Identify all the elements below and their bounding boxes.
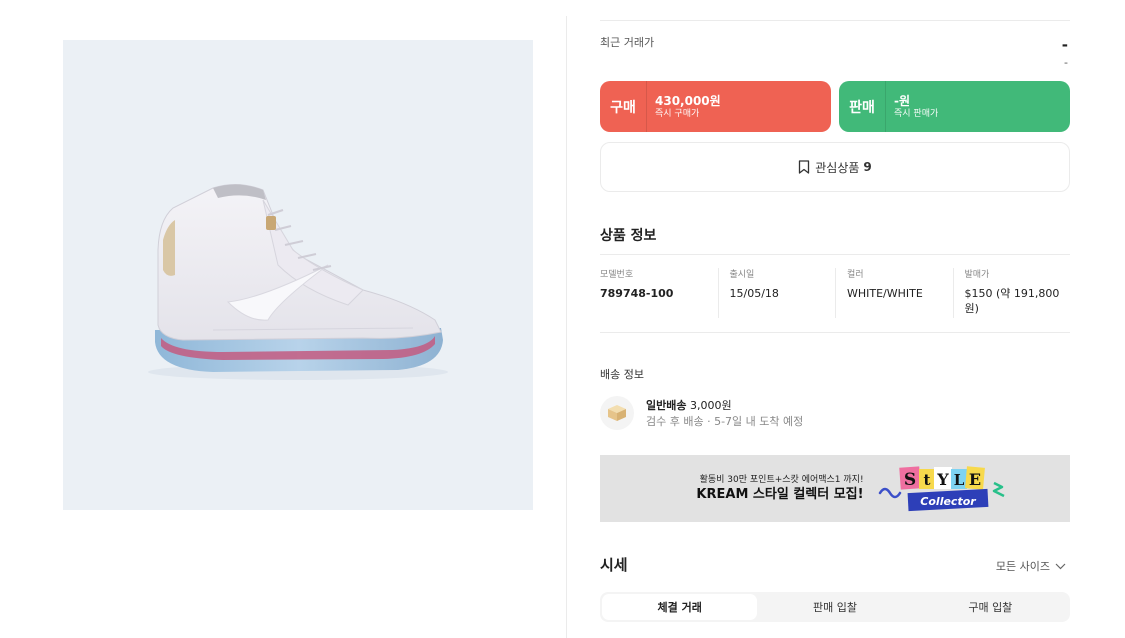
product-info-divider [600,254,1070,255]
wishlist-count: 9 [863,160,872,174]
product-info-title: 상품 정보 [600,228,657,244]
banner-subtitle: 활동비 30만 포인트+스캇 에어맥스1 까지! [699,474,864,485]
svg-text:Y: Y [936,470,949,489]
sneaker-image [148,184,448,380]
info-model-number: 모델번호 789748-100 [600,268,718,318]
sell-subtitle: 즉시 판매가 [894,108,939,119]
package-icon [600,396,634,430]
buy-button[interactable]: 구매 430,000원 즉시 구매가 [600,81,831,132]
info-value: 15/05/18 [729,287,779,300]
info-value: WHITE/WHITE [847,287,923,300]
info-label: 컬러 [847,270,864,280]
info-retail-price: 발매가 $150 (약 191,800원) [952,268,1071,318]
svg-text:E: E [968,470,980,489]
svg-text:t: t [923,471,930,489]
shipping-method-name: 일반배송 [646,399,687,412]
chevron-down-icon [1055,563,1066,569]
recent-price-label: 최근 거래가 [600,36,655,49]
info-release-date: 출시일 15/05/18 [717,268,836,318]
buy-info: 430,000원 즉시 구매가 [647,94,721,120]
size-select-label: 모든 사이즈 [995,560,1050,573]
info-value: $150 (약 191,800원) [964,287,1060,315]
recent-price-diff: - [1064,56,1068,69]
product-info-row: 모델번호 789748-100 출시일 15/05/18 컬러 WHITE/WH… [600,268,1070,318]
size-select-dropdown[interactable]: 모든 사이즈 [996,558,1066,574]
info-color: 컬러 WHITE/WHITE [835,268,953,318]
product-gallery [0,0,566,638]
promo-banner[interactable]: 활동비 30만 포인트+스캇 에어맥스1 까지! KREAM 스타일 컬렉터 모… [600,455,1070,522]
wishlist-button[interactable]: 관심상품 9 [600,142,1070,192]
wishlist-label: 관심상품 [815,160,860,175]
svg-text:Collector: Collector [920,495,976,508]
banner-title: KREAM 스타일 컬렉터 모집! [696,486,864,502]
buy-subtitle: 즉시 구매가 [655,108,700,119]
shipping-title: 배송 정보 [600,368,644,381]
recent-price-value: - [1061,36,1068,54]
shipping-fee: 3,000원 [689,399,732,412]
bookmark-icon [799,160,810,174]
svg-text:L: L [953,471,964,489]
info-label: 발매가 [964,270,990,280]
shipping-method: 일반배송 3,000원 [646,397,732,413]
market-title: 시세 [600,556,628,574]
panel-divider [566,16,567,638]
info-value: 789748-100 [600,287,674,300]
info-label: 모델번호 [600,270,634,280]
banner-text: 활동비 30만 포인트+스캇 에어맥스1 까지! KREAM 스타일 컬렉터 모… [696,474,863,504]
tab-buy-bids[interactable]: 구매 입찰 [913,594,1068,620]
sell-info: -원 즉시 판매가 [886,94,938,120]
sell-button[interactable]: 판매 -원 즉시 판매가 [839,81,1070,132]
product-image[interactable] [63,40,533,510]
style-collector-logo: S t Y L E Collector [878,465,1005,511]
buy-price: 430,000원 [655,93,721,108]
buy-title: 구매 [610,99,636,116]
sell-title: 판매 [849,99,875,116]
tab-sell-bids[interactable]: 판매 입찰 [757,594,912,620]
svg-text:S: S [903,470,915,490]
sell-price: -원 [894,93,911,108]
shipping-detail: 검수 후 배송 · 5-7일 내 도착 예정 [646,415,804,428]
market-tabs: 체결 거래 판매 입찰 구매 입찰 [600,592,1070,622]
product-info-bottom-divider [600,332,1070,333]
top-divider [600,20,1070,21]
tab-transactions[interactable]: 체결 거래 [602,594,758,620]
info-label: 출시일 [729,270,755,280]
